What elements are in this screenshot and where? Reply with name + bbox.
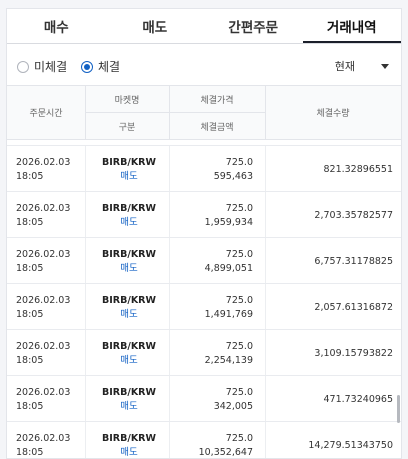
row-quantity: 821.32896551 (323, 164, 393, 175)
row-time: 18:05 (16, 355, 44, 366)
row-order-time: 2026.02.03 18:05 (16, 340, 70, 368)
table-row[interactable]: 2026.02.03 18:05 BIRB/KRW 매도 725.0 2,254,139 3… (7, 329, 401, 375)
row-market: BIRB/KRW (102, 387, 156, 398)
row-amount: 595,463 (213, 171, 253, 182)
tab-trade-history[interactable]: 거래내역 (302, 9, 401, 43)
filled-radio-label: 체결 (98, 60, 121, 74)
row-side: 매도 (120, 355, 138, 366)
header-amount: 체결금액 (200, 122, 234, 133)
row-quantity: 471.73240965 (323, 394, 393, 405)
radio-unchecked-icon (17, 60, 29, 73)
row-quantity: 14,279.51343750 (308, 440, 393, 451)
row-amount: 10,352,647 (198, 447, 253, 458)
row-time: 18:05 (16, 217, 44, 228)
header-side: 구분 (118, 122, 136, 133)
table-row[interactable]: 2026.02.03 18:05 BIRB/KRW 매도 725.0 342,005 471… (7, 375, 401, 421)
row-order-time: 2026.02.03 18:05 (16, 202, 70, 230)
row-market: BIRB/KRW (102, 249, 156, 260)
row-market: BIRB/KRW (102, 433, 156, 444)
row-date: 2026.02.03 (16, 203, 71, 214)
row-amount: 4,899,051 (204, 263, 253, 274)
tab-buy[interactable]: 매수 (7, 9, 106, 43)
row-quantity: 3,109.15793822 (314, 348, 393, 359)
row-date: 2026.02.03 (16, 157, 71, 168)
unfilled-radio-label: 미체결 (34, 60, 68, 74)
order-tabs: 매수 매도 간편주문 거래내역 (7, 9, 401, 44)
row-order-time: 2026.02.03 18:05 (16, 156, 70, 184)
period-select[interactable]: 현재 (335, 58, 389, 74)
row-price: 725.0 (225, 249, 253, 260)
row-market: BIRB/KRW (102, 341, 156, 352)
unfilled-radio[interactable]: 미체결 (17, 58, 67, 75)
row-price: 725.0 (225, 157, 253, 168)
row-order-time: 2026.02.03 18:05 (16, 248, 70, 276)
row-quantity: 2,703.35782577 (314, 210, 393, 221)
row-date: 2026.02.03 (16, 249, 71, 260)
caret-down-icon (381, 63, 389, 69)
header-order-time: 주문시간 (29, 109, 63, 119)
row-time: 18:05 (16, 447, 44, 458)
row-side: 매도 (120, 401, 138, 412)
row-side: 매도 (120, 263, 138, 274)
header-quantity: 체결수량 (316, 109, 350, 119)
row-date: 2026.02.03 (16, 341, 71, 352)
row-amount: 342,005 (213, 401, 253, 412)
radio-checked-icon (81, 60, 93, 73)
row-time: 18:05 (16, 171, 44, 182)
row-date: 2026.02.03 (16, 433, 71, 444)
row-order-time: 2026.02.03 18:05 (16, 386, 70, 414)
row-order-time: 2026.02.03 18:05 (16, 432, 70, 458)
row-market: BIRB/KRW (102, 295, 156, 306)
row-price: 725.0 (225, 387, 253, 398)
row-price: 725.0 (225, 203, 253, 214)
row-price: 725.0 (225, 295, 253, 306)
table-row[interactable]: 2026.02.03 18:05 BIRB/KRW 매도 725.0 1,959,934 2… (7, 191, 401, 237)
row-order-time: 2026.02.03 18:05 (16, 294, 70, 322)
period-select-value: 현재 (334, 60, 355, 73)
row-time: 18:05 (16, 263, 44, 274)
table-row[interactable]: 2026.02.03 18:05 BIRB/KRW 매도 725.0 1,491,769 2… (7, 283, 401, 329)
table-row[interactable]: 2026.02.03 18:05 BIRB/KRW 매도 725.0 4,899,051 6… (7, 237, 401, 283)
row-price: 725.0 (225, 433, 253, 444)
row-price: 725.0 (225, 341, 253, 352)
row-side: 매도 (120, 171, 138, 182)
table-header: 주문시간 마켓명 구분 체결가격 체결금액 체결수량 (7, 85, 401, 140)
filled-radio[interactable]: 체결 (81, 58, 120, 75)
row-time: 18:05 (16, 401, 44, 412)
list-scrollbar[interactable] (397, 395, 400, 423)
history-filter-bar: 미체결 체결 현재 (7, 44, 401, 86)
row-quantity: 2,057.61316872 (314, 302, 393, 313)
row-date: 2026.02.03 (16, 387, 71, 398)
row-side: 매도 (120, 309, 138, 320)
row-amount: 2,254,139 (204, 355, 253, 366)
row-market: BIRB/KRW (102, 157, 156, 168)
table-row[interactable]: 2026.02.03 18:05 BIRB/KRW 매도 725.0 595,463 821… (7, 145, 401, 191)
row-side: 매도 (120, 217, 138, 228)
tab-simple-order[interactable]: 간편주문 (204, 9, 303, 43)
row-amount: 1,959,934 (204, 217, 253, 228)
trade-history-list[interactable]: 2026.02.03 18:05 BIRB/KRW 매도 725.0 595,463 821… (7, 140, 401, 458)
table-row[interactable]: 2026.02.03 18:05 BIRB/KRW 매도 725.0 10,352,647… (7, 421, 401, 458)
row-amount: 1,491,769 (204, 309, 253, 320)
row-market: BIRB/KRW (102, 203, 156, 214)
header-price: 체결가격 (200, 95, 234, 106)
row-date: 2026.02.03 (16, 295, 71, 306)
tab-sell[interactable]: 매도 (106, 9, 205, 43)
row-quantity: 6,757.31178825 (314, 256, 393, 267)
header-market: 마켓명 (114, 95, 140, 106)
row-side: 매도 (120, 447, 138, 458)
trade-panel: 매수 매도 간편주문 거래내역 미체결 체결 현재 주문시간 마켓명 구분 체결… (6, 8, 402, 459)
row-time: 18:05 (16, 309, 44, 320)
